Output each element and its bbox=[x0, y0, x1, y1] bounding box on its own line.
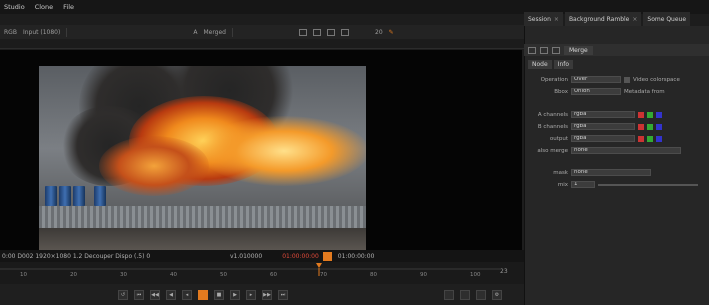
timeline-tick: 80 bbox=[370, 272, 377, 278]
settings-button[interactable]: ⚙ bbox=[492, 289, 502, 300]
mix-field[interactable]: 1 bbox=[571, 181, 595, 188]
separator bbox=[232, 27, 233, 37]
timeline-tick: 50 bbox=[220, 272, 227, 278]
loop-icon[interactable]: ↺ bbox=[118, 289, 128, 300]
red-channel[interactable] bbox=[638, 111, 644, 118]
prev-frame-button[interactable]: ◀ bbox=[166, 289, 176, 300]
red-channel[interactable] bbox=[638, 135, 644, 142]
prev-key-button[interactable]: ◀◀ bbox=[150, 289, 160, 300]
green-channel[interactable] bbox=[647, 135, 653, 142]
row-output: output rgba bbox=[528, 134, 662, 143]
tab-queue[interactable]: Some Queue bbox=[643, 12, 691, 26]
last-frame-button[interactable]: ⏭ bbox=[278, 289, 288, 300]
panel-tabs: Session × Background Ramble × Some Queue bbox=[524, 12, 709, 26]
menu-clone[interactable]: Clone bbox=[35, 3, 53, 11]
channel-selector[interactable]: A bbox=[193, 29, 197, 36]
play-button[interactable]: ▶ bbox=[230, 289, 240, 300]
stop-button[interactable]: ■ bbox=[214, 289, 224, 300]
timecode-end: 01:00:00:00 bbox=[337, 252, 375, 260]
frame-field[interactable]: 20 bbox=[375, 29, 383, 36]
separator bbox=[66, 27, 68, 37]
mask-select[interactable]: none bbox=[571, 169, 651, 176]
record-button[interactable] bbox=[198, 289, 208, 300]
panel-toolbar: Merge bbox=[524, 44, 709, 56]
roi-icon[interactable] bbox=[327, 28, 335, 36]
status-version: v1.010000 bbox=[230, 252, 263, 260]
mix-slider[interactable] bbox=[598, 183, 698, 186]
rgb-selector[interactable]: RGB bbox=[4, 29, 17, 36]
mask-icon[interactable] bbox=[313, 28, 321, 36]
timeline-tick: 40 bbox=[170, 272, 177, 278]
row-bbox: Bbox Union Metadata from bbox=[554, 88, 665, 95]
timeline-tick: 10 bbox=[20, 272, 27, 278]
tab-background[interactable]: Background Ramble × bbox=[564, 12, 642, 26]
green-channel[interactable] bbox=[647, 111, 653, 118]
play-back-button[interactable]: ◂ bbox=[182, 289, 192, 300]
blue-channel[interactable] bbox=[656, 135, 662, 142]
next-key-button[interactable]: ▶▶ bbox=[262, 289, 272, 300]
timeline-tick: 100 bbox=[470, 272, 481, 278]
status-info: 0:00 D002 1920×1080 1.2 Decouper Dispo (… bbox=[2, 252, 150, 260]
timeline-tick: 90 bbox=[420, 272, 427, 278]
mode-selector[interactable]: Merged bbox=[203, 29, 226, 36]
out-point-button[interactable] bbox=[460, 289, 470, 300]
timeline-tick: 20 bbox=[70, 272, 77, 278]
viewer-ruler bbox=[0, 39, 524, 49]
checkbox[interactable] bbox=[624, 76, 630, 83]
playhead-icon bbox=[316, 263, 322, 268]
timeline-tick: 30 bbox=[120, 272, 127, 278]
a-channels-select[interactable]: rgba bbox=[571, 111, 635, 118]
blue-channel[interactable] bbox=[656, 123, 662, 130]
node-name-field[interactable]: Merge bbox=[564, 45, 593, 55]
float-icon[interactable] bbox=[552, 46, 560, 54]
row-mix: mix 1 bbox=[528, 180, 698, 189]
output-select[interactable]: rgba bbox=[571, 135, 635, 142]
source-selector[interactable]: Input (1080) bbox=[23, 29, 60, 36]
next-frame-button[interactable]: ▸ bbox=[246, 289, 256, 300]
red-channel[interactable] bbox=[638, 123, 644, 130]
range-button[interactable] bbox=[476, 289, 486, 300]
viewer-toolbar: RGB Input (1080) A Merged 20 ✎ bbox=[0, 25, 524, 39]
tab-node[interactable]: Node bbox=[528, 60, 552, 69]
tab-session[interactable]: Session × bbox=[524, 12, 563, 26]
grid-icon[interactable] bbox=[299, 28, 307, 36]
record-icon[interactable] bbox=[322, 251, 332, 261]
timecode-current: 01:00:00:00 bbox=[282, 252, 319, 260]
menu-studio[interactable]: Studio bbox=[4, 3, 25, 11]
row-b-channels: B channels rgba bbox=[528, 122, 662, 131]
in-point-button[interactable] bbox=[444, 289, 454, 300]
pencil-icon[interactable]: ✎ bbox=[389, 29, 394, 36]
row-a-channels: A channels rgba bbox=[528, 110, 662, 119]
timeline[interactable]: 10 20 30 40 50 60 70 80 90 100 23 bbox=[0, 262, 524, 284]
first-frame-button[interactable]: ⏮ bbox=[134, 289, 144, 300]
menu-file[interactable]: File bbox=[63, 3, 74, 11]
row-also-merge: also merge none bbox=[528, 146, 681, 155]
close-icon[interactable]: × bbox=[554, 16, 559, 23]
timeline-end: 23 bbox=[500, 268, 508, 275]
timeline-tick: 60 bbox=[270, 272, 277, 278]
tab-info[interactable]: Info bbox=[553, 60, 574, 69]
viewer-status-bar: 0:00 D002 1920×1080 1.2 Decouper Dispo (… bbox=[0, 250, 524, 262]
timeline-ruler bbox=[0, 263, 500, 276]
viewer-image bbox=[39, 66, 366, 250]
row-mask: mask none bbox=[528, 168, 651, 177]
panel-subtabs: Node Info bbox=[528, 60, 574, 69]
bbox-select[interactable]: Union bbox=[571, 88, 621, 95]
row-operation: Operation Over Video colorspace bbox=[540, 76, 680, 83]
close-icon[interactable]: × bbox=[632, 16, 637, 23]
blue-channel[interactable] bbox=[656, 111, 662, 118]
pin-icon[interactable] bbox=[528, 46, 536, 54]
node-color-icon[interactable] bbox=[540, 46, 548, 54]
lock-icon[interactable] bbox=[341, 28, 349, 36]
b-channels-select[interactable]: rgba bbox=[571, 123, 635, 130]
timeline-tick: 70 bbox=[320, 272, 327, 278]
also-merge-select[interactable]: none bbox=[571, 147, 681, 154]
green-channel[interactable] bbox=[647, 123, 653, 130]
transport-controls: ↺ ⏮ ◀◀ ◀ ◂ ■ ▶ ▸ ▶▶ ⏭ ⚙ bbox=[0, 284, 524, 305]
operation-select[interactable]: Over bbox=[571, 76, 621, 83]
